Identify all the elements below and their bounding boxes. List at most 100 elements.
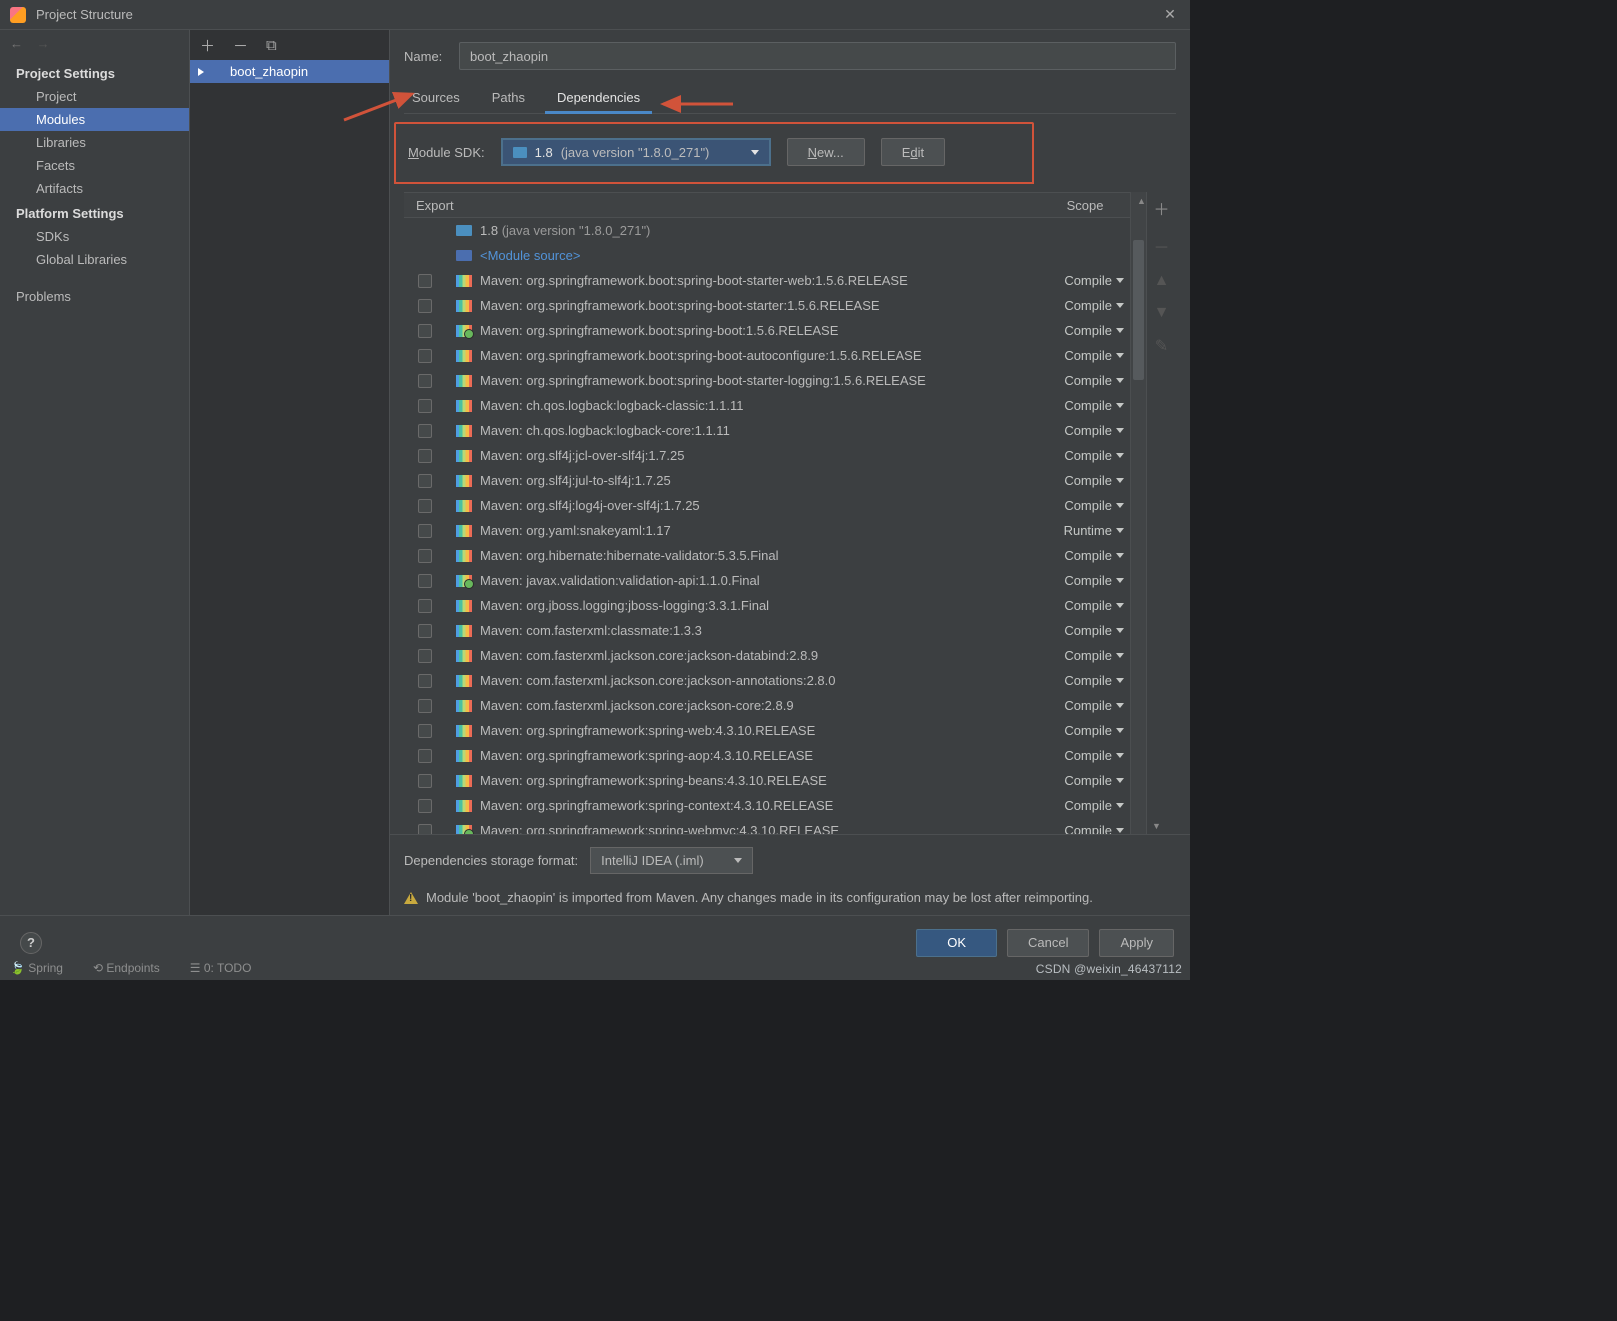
cancel-button[interactable]: Cancel — [1007, 929, 1089, 957]
status-todo[interactable]: ☰ 0: TODO — [190, 961, 252, 975]
forward-icon[interactable]: → — [37, 36, 50, 51]
export-checkbox[interactable] — [418, 399, 432, 413]
scope-select[interactable]: Compile — [1048, 823, 1130, 834]
dependency-row[interactable]: Maven: org.springframework.boot:spring-b… — [404, 318, 1130, 343]
export-checkbox[interactable] — [418, 299, 432, 313]
export-checkbox[interactable] — [418, 474, 432, 488]
expand-triangle-icon[interactable] — [198, 68, 204, 76]
dependency-row[interactable]: Maven: org.springframework:spring-web:4.… — [404, 718, 1130, 743]
module-row[interactable]: boot_zhaopin — [190, 60, 389, 83]
export-checkbox[interactable] — [418, 749, 432, 763]
scroll-thumb[interactable] — [1133, 240, 1144, 380]
export-checkbox[interactable] — [418, 574, 432, 588]
dependency-row[interactable]: Maven: org.slf4j:log4j-over-slf4j:1.7.25… — [404, 493, 1130, 518]
scope-select[interactable]: Compile — [1048, 623, 1130, 638]
scope-select[interactable]: Compile — [1048, 748, 1130, 763]
dependency-row[interactable]: Maven: org.springframework:spring-webmvc… — [404, 818, 1130, 834]
scope-select[interactable]: Compile — [1048, 673, 1130, 688]
status-endpoints[interactable]: ⟲ Endpoints — [93, 961, 160, 975]
tab-sources[interactable]: Sources — [410, 84, 462, 113]
dependency-row[interactable]: Maven: org.jboss.logging:jboss-logging:3… — [404, 593, 1130, 618]
dependency-row[interactable]: Maven: org.springframework:spring-aop:4.… — [404, 743, 1130, 768]
remove-dependency-icon[interactable]: － — [1153, 234, 1169, 258]
scope-select[interactable]: Compile — [1048, 273, 1130, 288]
apply-button[interactable]: Apply — [1099, 929, 1174, 957]
export-checkbox[interactable] — [418, 274, 432, 288]
export-checkbox[interactable] — [418, 624, 432, 638]
scope-select[interactable]: Compile — [1048, 473, 1130, 488]
dependency-row[interactable]: Maven: com.fasterxml.jackson.core:jackso… — [404, 643, 1130, 668]
dependency-row[interactable]: Maven: javax.validation:validation-api:1… — [404, 568, 1130, 593]
sdk-edit-button[interactable]: Edit — [881, 138, 945, 166]
export-checkbox[interactable] — [418, 649, 432, 663]
dependency-row[interactable]: Maven: org.yaml:snakeyaml:1.17Runtime — [404, 518, 1130, 543]
scope-select[interactable]: Compile — [1048, 573, 1130, 588]
export-checkbox[interactable] — [418, 449, 432, 463]
dependency-row[interactable]: Maven: org.hibernate:hibernate-validator… — [404, 543, 1130, 568]
dependency-row[interactable]: 1.8 (java version "1.8.0_271") — [404, 218, 1130, 243]
dependency-row[interactable]: Maven: org.slf4j:jul-to-slf4j:1.7.25Comp… — [404, 468, 1130, 493]
tab-dependencies[interactable]: Dependencies — [555, 84, 642, 113]
dependency-row[interactable]: Maven: ch.qos.logback:logback-classic:1.… — [404, 393, 1130, 418]
sidebar-item-global-libraries[interactable]: Global Libraries — [0, 248, 189, 271]
dependency-row[interactable]: Maven: com.fasterxml.jackson.core:jackso… — [404, 668, 1130, 693]
scope-select[interactable]: Compile — [1048, 723, 1130, 738]
export-checkbox[interactable] — [418, 524, 432, 538]
scope-select[interactable]: Compile — [1048, 448, 1130, 463]
export-checkbox[interactable] — [418, 499, 432, 513]
scope-select[interactable]: Compile — [1048, 423, 1130, 438]
scroll-down-icon[interactable]: ▼ — [1146, 818, 1161, 834]
scope-select[interactable]: Compile — [1048, 648, 1130, 663]
export-checkbox[interactable] — [418, 324, 432, 338]
sidebar-item-artifacts[interactable]: Artifacts — [0, 177, 189, 200]
export-checkbox[interactable] — [418, 549, 432, 563]
close-icon[interactable]: ✕ — [1160, 6, 1180, 23]
copy-icon[interactable]: ⧉ — [266, 37, 277, 54]
scope-select[interactable]: Compile — [1048, 323, 1130, 338]
export-checkbox[interactable] — [418, 724, 432, 738]
scope-select[interactable]: Compile — [1048, 798, 1130, 813]
export-checkbox[interactable] — [418, 674, 432, 688]
sidebar-item-facets[interactable]: Facets — [0, 154, 189, 177]
dependency-row[interactable]: Maven: com.fasterxml:classmate:1.3.3Comp… — [404, 618, 1130, 643]
sidebar-item-modules[interactable]: Modules — [0, 108, 189, 131]
remove-icon[interactable]: － — [233, 35, 248, 56]
scroll-up-icon[interactable]: ▲ — [1131, 193, 1146, 209]
export-checkbox[interactable] — [418, 349, 432, 363]
sidebar-item-problems[interactable]: Problems — [0, 285, 189, 308]
scope-select[interactable]: Compile — [1048, 498, 1130, 513]
status-spring[interactable]: 🍃 Spring — [10, 961, 63, 975]
move-up-icon[interactable]: ▲ — [1154, 272, 1170, 290]
scope-select[interactable]: Compile — [1048, 298, 1130, 313]
export-checkbox[interactable] — [418, 424, 432, 438]
dependency-row[interactable]: Maven: com.fasterxml.jackson.core:jackso… — [404, 693, 1130, 718]
back-icon[interactable]: ← — [10, 36, 23, 51]
scope-select[interactable]: Compile — [1048, 398, 1130, 413]
export-checkbox[interactable] — [418, 374, 432, 388]
scope-select[interactable]: Compile — [1048, 598, 1130, 613]
dependency-row[interactable]: Maven: org.springframework.boot:spring-b… — [404, 293, 1130, 318]
scope-select[interactable]: Compile — [1048, 373, 1130, 388]
sidebar-item-libraries[interactable]: Libraries — [0, 131, 189, 154]
sdk-new-button[interactable]: New... — [787, 138, 865, 166]
dependency-row[interactable]: <Module source> — [404, 243, 1130, 268]
export-checkbox[interactable] — [418, 699, 432, 713]
export-checkbox[interactable] — [418, 799, 432, 813]
scope-select[interactable]: Compile — [1048, 348, 1130, 363]
dependency-row[interactable]: Maven: org.springframework:spring-contex… — [404, 793, 1130, 818]
dependency-row[interactable]: Maven: ch.qos.logback:logback-core:1.1.1… — [404, 418, 1130, 443]
add-icon[interactable]: ＋ — [200, 35, 215, 56]
dependencies-scrollbar[interactable]: ▲ ▼ — [1130, 192, 1146, 834]
dependency-row[interactable]: Maven: org.springframework.boot:spring-b… — [404, 368, 1130, 393]
export-checkbox[interactable] — [418, 774, 432, 788]
dependency-row[interactable]: Maven: org.springframework.boot:spring-b… — [404, 343, 1130, 368]
tab-paths[interactable]: Paths — [490, 84, 527, 113]
scope-select[interactable]: Compile — [1048, 698, 1130, 713]
help-icon[interactable]: ? — [20, 932, 42, 954]
sidebar-item-sdks[interactable]: SDKs — [0, 225, 189, 248]
storage-format-select[interactable]: IntelliJ IDEA (.iml) — [590, 847, 753, 874]
module-sdk-select[interactable]: 1.8 (java version "1.8.0_271") — [501, 138, 771, 166]
dependency-row[interactable]: Maven: org.springframework.boot:spring-b… — [404, 268, 1130, 293]
edit-dependency-icon[interactable]: ✎ — [1155, 336, 1168, 356]
export-checkbox[interactable] — [418, 824, 432, 835]
